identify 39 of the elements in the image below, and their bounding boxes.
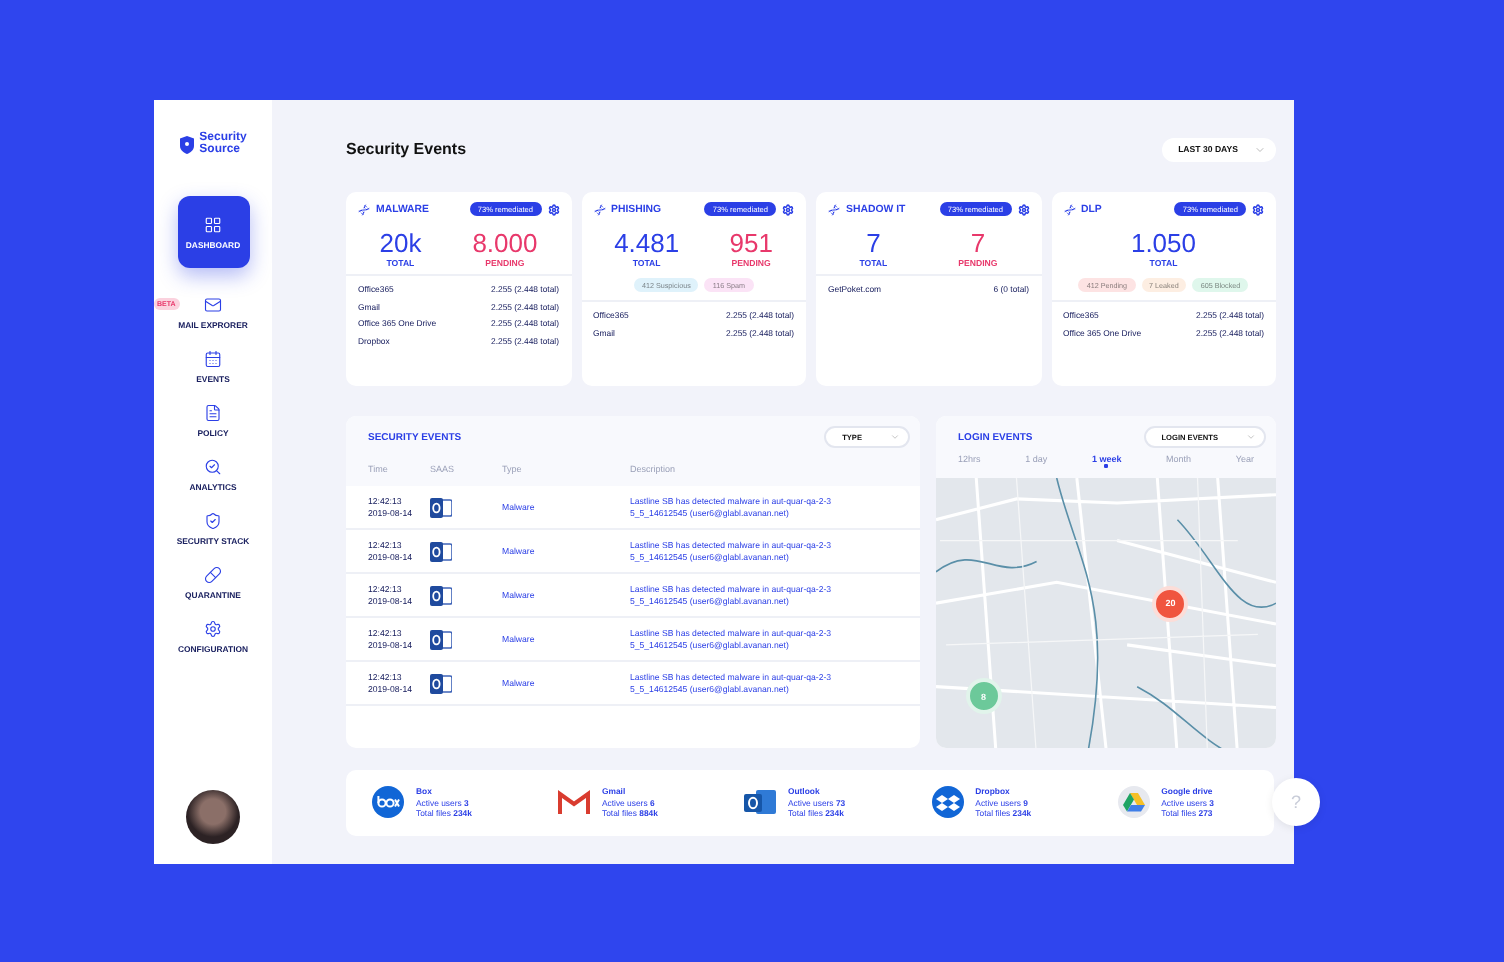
stat-value: 7 <box>866 230 881 259</box>
helix-icon <box>1063 203 1075 215</box>
envelope-logo-icon <box>557 789 590 816</box>
stat-value: 1.050 <box>1130 230 1197 259</box>
box-stack-logo-icon <box>931 786 964 819</box>
helix-icon <box>358 203 370 215</box>
nav-icon <box>204 296 222 314</box>
settings-icon[interactable] <box>1017 203 1029 215</box>
helix-icon <box>593 203 605 215</box>
helix-icon <box>828 203 840 215</box>
settings-icon[interactable] <box>782 203 794 215</box>
chevron-icon <box>1246 432 1256 442</box>
chevron-icon <box>890 432 900 442</box>
nav-icon <box>204 512 222 530</box>
chevron-icon <box>1254 143 1266 155</box>
settings-icon[interactable] <box>547 203 559 215</box>
settings-icon[interactable] <box>1252 203 1264 215</box>
nav-icon <box>204 620 222 638</box>
nav-icon <box>204 350 222 368</box>
stat-value: 951 <box>729 230 773 259</box>
stat-value: 4.481 <box>614 230 680 259</box>
document-app-icon <box>430 585 452 605</box>
nav-icon <box>204 566 222 584</box>
document-app-icon <box>430 541 452 561</box>
nav-icon <box>204 215 222 233</box>
stat-value: 20k <box>379 230 422 259</box>
nav-icon <box>204 404 222 422</box>
shield-logo-icon <box>179 135 194 153</box>
triangle-logo-icon <box>1117 786 1150 819</box>
stat-value: 8.000 <box>472 230 538 259</box>
stat-value: 7 <box>970 230 986 259</box>
document-app-icon <box>430 673 452 693</box>
nav-icon <box>204 458 222 476</box>
document-app-icon <box>430 629 452 649</box>
circle-logo-icon <box>372 786 404 819</box>
mail-app-logo-icon <box>743 788 776 817</box>
document-app-icon <box>430 497 452 517</box>
page-title: Security Events <box>346 140 467 158</box>
avatar[interactable] <box>186 790 240 844</box>
